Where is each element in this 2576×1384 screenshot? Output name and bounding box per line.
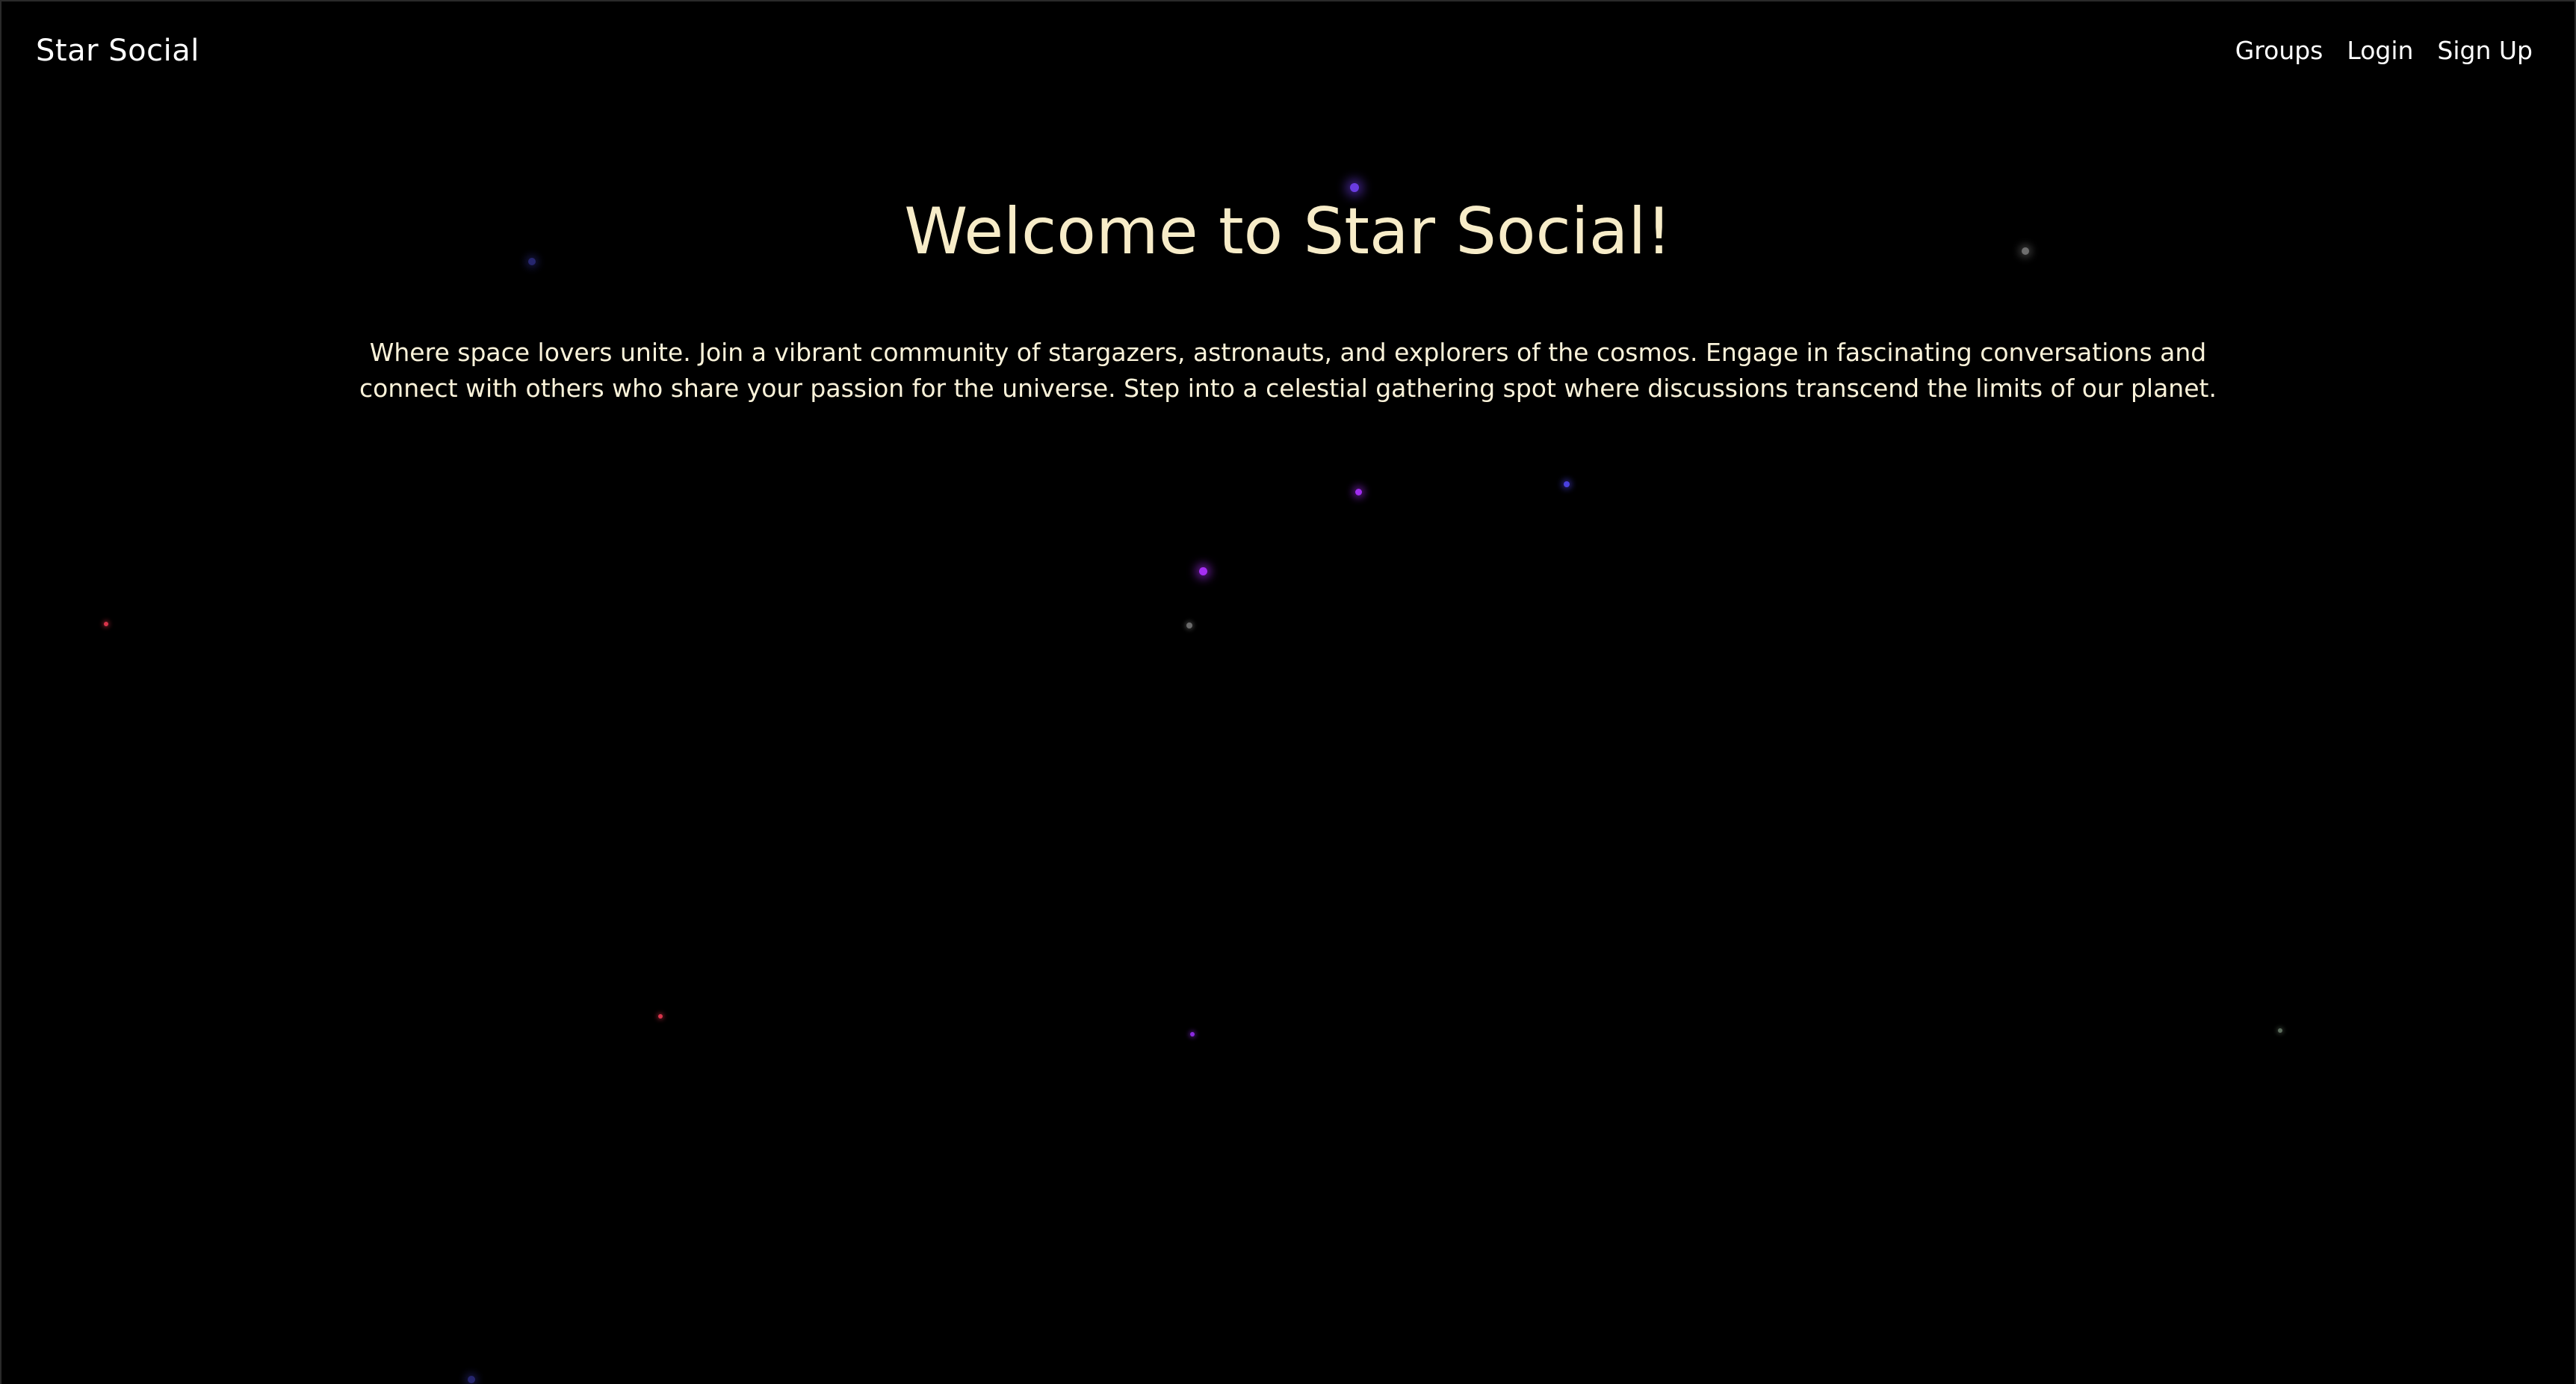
star-icon (468, 1376, 475, 1383)
nav-links: Groups Login Sign Up (2235, 33, 2533, 69)
hero-description: Where space lovers unite. Join a vibrant… (359, 338, 2217, 403)
nav-link-sign-up[interactable]: Sign Up (2437, 33, 2533, 69)
page-title: Welcome to Star Social! (904, 194, 1672, 269)
star-icon (104, 622, 108, 626)
nav-link-login[interactable]: Login (2347, 33, 2413, 69)
navbar: Star Social Groups Login Sign Up (0, 0, 2576, 102)
star-icon (1199, 567, 1207, 575)
nav-link-groups[interactable]: Groups (2235, 33, 2323, 69)
star-icon (1564, 481, 1570, 487)
star-icon (658, 1014, 663, 1019)
star-icon (1355, 489, 1362, 495)
star-icon (1190, 1032, 1195, 1037)
star-icon (2278, 1028, 2282, 1033)
brand-link[interactable]: Star Social (36, 30, 199, 72)
star-icon (1186, 623, 1192, 628)
